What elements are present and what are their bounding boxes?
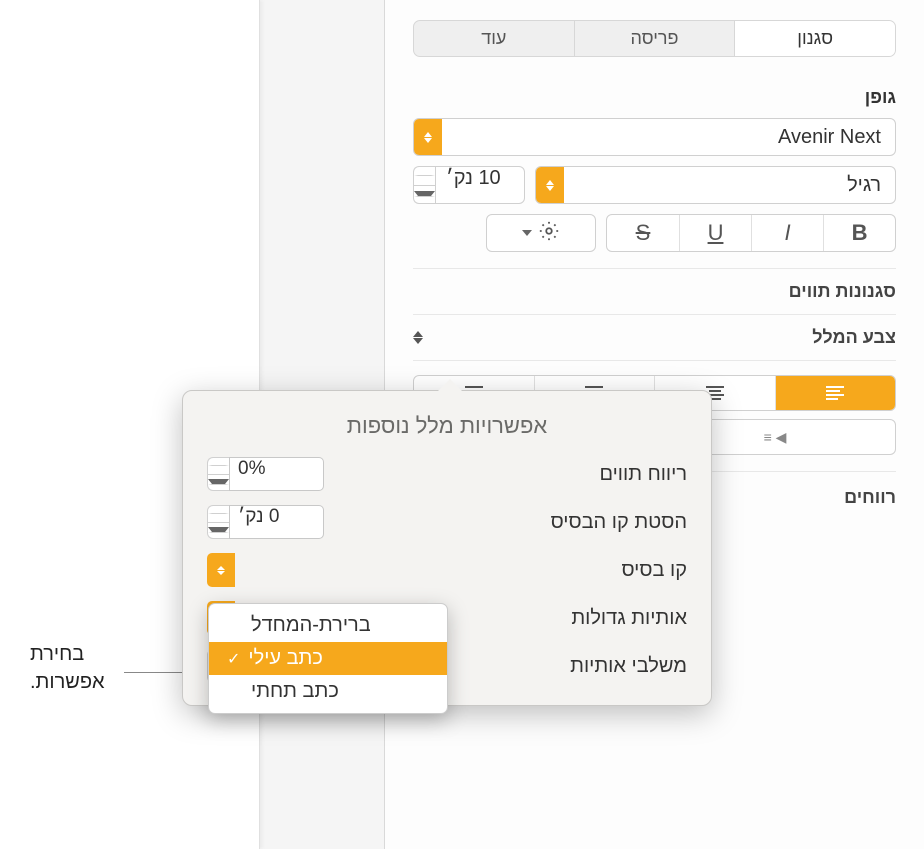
char-spacing-stepper[interactable]: 0% [207, 457, 324, 491]
font-weight-popup[interactable]: רגיל [535, 166, 896, 204]
font-weight-value: רגיל [564, 174, 895, 197]
tab-style[interactable]: סגנון [734, 21, 895, 56]
baseline-label: קו בסיס [621, 559, 687, 582]
text-color-label: צבע המלל [812, 327, 896, 348]
font-family-popup[interactable]: Avenir Next [413, 118, 896, 156]
dropdown-item-superscript[interactable]: כתב עילי ✓ [209, 642, 447, 675]
spacing-label: רווחים [844, 487, 896, 508]
sidebar-tabs: סגנון פריסה עוד [413, 20, 896, 57]
font-family-value: Avenir Next [442, 126, 895, 149]
text-style-buttons: B I U S [606, 214, 896, 252]
callout-text: בחירת אפשרות. [30, 640, 105, 696]
updown-icon [413, 331, 423, 344]
text-color-row[interactable]: צבע המלל [413, 314, 896, 360]
ligatures-label: משלבי אותיות [570, 655, 687, 678]
baseline-popup-partial[interactable] [207, 553, 235, 587]
char-spacing-label: ריווח תווים [599, 463, 687, 486]
align-right-button[interactable] [775, 376, 896, 410]
baseline-shift-value[interactable]: 0 נק׳ [229, 505, 324, 539]
tab-layout[interactable]: פריסה [574, 21, 735, 56]
popup-arrows-icon [414, 119, 442, 155]
baseline-shift-label: הסטת קו הבסיס [551, 511, 687, 534]
baseline-shift-stepper[interactable]: 0 נק׳ [207, 505, 324, 539]
baseline-dropdown-menu: ברירת-המחדל כתב עילי ✓ כתב תחתי [208, 603, 448, 714]
italic-button[interactable]: I [751, 215, 823, 251]
font-section-label: גופן [413, 87, 896, 108]
char-spacing-value[interactable]: 0% [229, 457, 324, 491]
stepper-buttons[interactable] [207, 457, 229, 491]
dropdown-item-default[interactable]: ברירת-המחדל [209, 609, 447, 642]
popup-arrows-icon [536, 167, 564, 203]
stepper-buttons[interactable] [207, 505, 229, 539]
font-size-stepper[interactable]: 10 נק׳ [413, 166, 525, 204]
strikethrough-button[interactable]: S [607, 215, 679, 251]
check-icon: ✓ [227, 649, 240, 669]
underline-button[interactable]: U [679, 215, 751, 251]
character-styles-row[interactable]: סגנונות תווים [413, 268, 896, 314]
dropdown-item-subscript[interactable]: כתב תחתי [209, 675, 447, 708]
font-size-value[interactable]: 10 נק׳ [435, 166, 525, 204]
popover-title: אפשרויות מלל נוספות [207, 413, 687, 439]
chevron-down-icon [522, 230, 532, 236]
stepper-buttons[interactable] [413, 166, 435, 204]
gear-icon [538, 220, 560, 247]
tab-more[interactable]: עוד [414, 21, 574, 56]
character-styles-label: סגנונות תווים [789, 281, 896, 302]
caps-label: אותיות גדולות [571, 607, 687, 630]
bold-button[interactable]: B [823, 215, 895, 251]
advanced-options-button[interactable] [486, 214, 596, 252]
